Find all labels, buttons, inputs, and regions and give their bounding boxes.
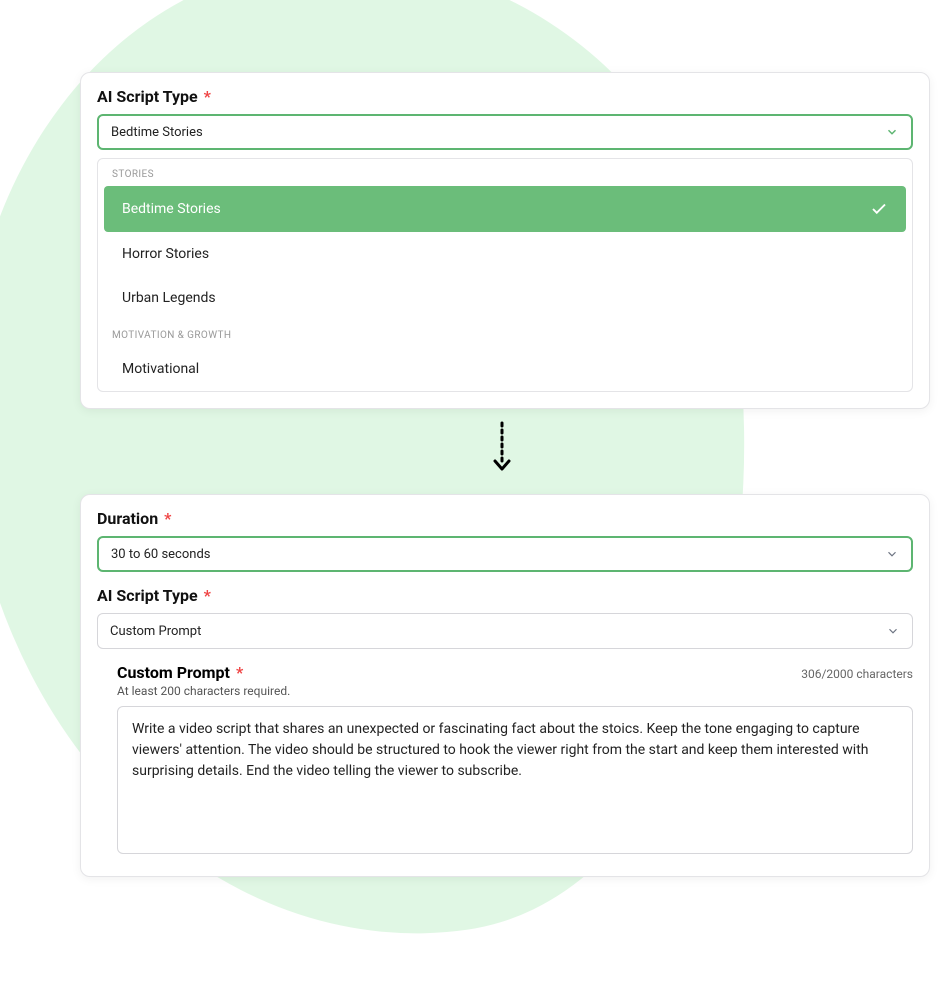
option-label: Bedtime Stories	[122, 201, 221, 217]
option-urban-legends[interactable]: Urban Legends	[98, 276, 912, 320]
required-asterisk: *	[204, 586, 211, 605]
group-header-motivation: MOTIVATION & GROWTH	[98, 320, 912, 347]
label-text: AI Script Type	[97, 87, 198, 106]
duration-label: Duration *	[97, 509, 913, 528]
script-type-label: AI Script Type *	[97, 87, 913, 106]
script-type-dropdown: STORIES Bedtime Stories Horror Stories U…	[97, 158, 913, 392]
custom-prompt-textarea[interactable]	[117, 706, 913, 854]
option-horror-stories[interactable]: Horror Stories	[98, 232, 912, 276]
select-value: Bedtime Stories	[111, 125, 203, 140]
script-type-select[interactable]: Bedtime Stories	[97, 114, 913, 150]
option-label: Horror Stories	[122, 246, 209, 262]
label-text: Duration	[97, 509, 158, 528]
character-count: 306/2000 characters	[801, 667, 913, 681]
script-type-card: AI Script Type * Bedtime Stories STORIES…	[80, 72, 930, 409]
custom-prompt-title: Custom Prompt	[117, 663, 230, 682]
option-bedtime-stories[interactable]: Bedtime Stories	[104, 186, 906, 232]
character-hint: At least 200 characters required.	[117, 684, 913, 698]
required-asterisk: *	[164, 509, 171, 528]
script-type-label-2: AI Script Type *	[97, 586, 913, 605]
group-header-stories: STORIES	[98, 159, 912, 186]
script-type-select-2[interactable]: Custom Prompt	[97, 613, 913, 649]
select-value: Custom Prompt	[110, 624, 201, 639]
arrow-down-icon	[492, 421, 512, 473]
option-label: Motivational	[122, 361, 199, 377]
custom-prompt-block: Custom Prompt * 306/2000 characters At l…	[117, 663, 913, 858]
option-motivational[interactable]: Motivational	[98, 347, 912, 391]
chevron-down-icon	[885, 125, 899, 139]
duration-card: Duration * 30 to 60 seconds AI Script Ty…	[80, 494, 930, 877]
required-asterisk: *	[236, 663, 243, 682]
option-label: Urban Legends	[122, 290, 216, 306]
chevron-down-icon	[885, 547, 899, 561]
chevron-down-icon	[886, 624, 900, 638]
custom-prompt-title-wrap: Custom Prompt *	[117, 663, 243, 682]
required-asterisk: *	[204, 87, 211, 106]
duration-select[interactable]: 30 to 60 seconds	[97, 536, 913, 572]
check-icon	[870, 200, 888, 218]
label-text: AI Script Type	[97, 586, 198, 605]
select-value: 30 to 60 seconds	[111, 547, 210, 562]
